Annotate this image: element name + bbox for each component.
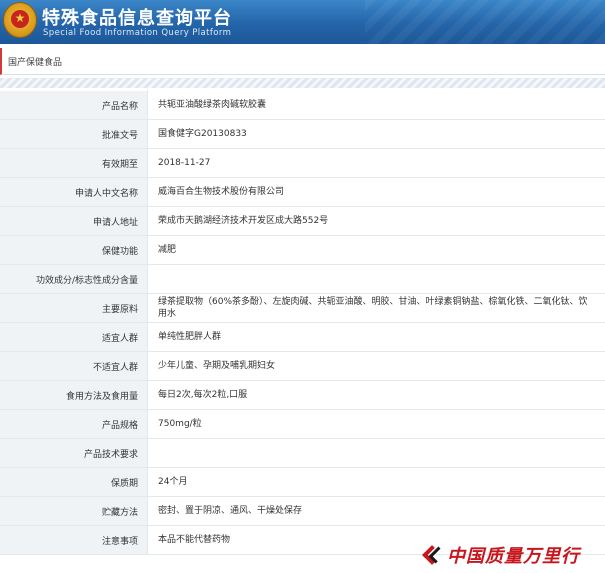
field-label: 不适宜人群 — [0, 351, 148, 381]
field-label: 适宜人群 — [0, 322, 148, 352]
cqn-logo-icon — [421, 543, 446, 565]
field-label: 食用方法及食用量 — [0, 380, 148, 410]
table-row: 产品技术要求 — [0, 438, 605, 468]
table-row: 申请人地址 荣成市天鹅湖经济技术开发区成大路552号 — [0, 206, 605, 236]
watermark: 中国质量万里行 — [421, 541, 599, 567]
field-label: 主要原料 — [0, 293, 148, 323]
field-value: 威海百合生物技术股份有限公司 — [147, 177, 605, 207]
field-value: 减肥 — [147, 235, 605, 265]
product-detail-table: 产品名称 共轭亚油酸绿茶肉碱软胶囊 批准文号 国食健字G20130833 有效期至 201… — [0, 90, 605, 555]
watermark-text: 中国质量万里行 — [447, 546, 580, 567]
site-title[interactable]: 特殊食品信息查询平台 — [42, 4, 232, 30]
field-value: 绿茶提取物（60%茶多酚）、左旋肉碱、共轭亚油酸、明胶、甘油、叶绿素铜钠盐、棕氧… — [147, 293, 605, 323]
table-row: 贮藏方法 密封、置于阴凉、通风、干燥处保存 — [0, 496, 605, 526]
table-row: 不适宜人群 少年儿童、孕期及哺乳期妇女 — [0, 351, 605, 381]
field-label: 贮藏方法 — [0, 496, 148, 526]
field-value — [147, 438, 605, 468]
field-label: 产品名称 — [0, 90, 148, 120]
table-row: 功效成分/标志性成分含量 — [0, 264, 605, 294]
field-label: 保健功能 — [0, 235, 148, 265]
table-row: 保健功能 减肥 — [0, 235, 605, 265]
table-row: 保质期 24个月 — [0, 467, 605, 497]
field-label: 产品技术要求 — [0, 438, 148, 468]
field-value: 密封、置于阴凉、通风、干燥处保存 — [147, 496, 605, 526]
field-label: 保质期 — [0, 467, 148, 497]
field-value: 24个月 — [147, 467, 605, 497]
field-label: 注意事项 — [0, 525, 148, 555]
field-value: 单纯性肥胖人群 — [147, 322, 605, 352]
breadcrumb: 国产保健食品 — [0, 48, 605, 75]
field-label: 申请人地址 — [0, 206, 148, 236]
site-subtitle: Special Food Information Query Platform — [43, 28, 232, 38]
field-label: 批准文号 — [0, 119, 148, 149]
field-value: 荣成市天鹅湖经济技术开发区成大路552号 — [147, 206, 605, 236]
breadcrumb-item-domestic-health-food[interactable]: 国产保健食品 — [8, 55, 62, 68]
table-row: 批准文号 国食健字G20130833 — [0, 119, 605, 149]
field-label: 有效期至 — [0, 148, 148, 178]
field-value: 750mg/粒 — [147, 409, 605, 439]
header-decoration — [365, 0, 605, 44]
field-value: 每日2次,每次2粒,口服 — [147, 380, 605, 410]
field-label: 产品规格 — [0, 409, 148, 439]
table-row: 适宜人群 单纯性肥胖人群 — [0, 322, 605, 352]
field-value: 国食健字G20130833 — [147, 119, 605, 149]
field-label: 申请人中文名称 — [0, 177, 148, 207]
table-row: 食用方法及食用量 每日2次,每次2粒,口服 — [0, 380, 605, 410]
field-value: 共轭亚油酸绿茶肉碱软胶囊 — [147, 90, 605, 120]
table-row: 有效期至 2018-11-27 — [0, 148, 605, 178]
site-header: ★ 特殊食品信息查询平台 Special Food Information Qu… — [0, 0, 605, 44]
field-value: 少年儿童、孕期及哺乳期妇女 — [147, 351, 605, 381]
field-value — [147, 264, 605, 294]
national-emblem-icon: ★ — [3, 2, 37, 38]
section-divider — [0, 78, 605, 88]
table-row: 产品规格 750mg/粒 — [0, 409, 605, 439]
table-row: 申请人中文名称 威海百合生物技术股份有限公司 — [0, 177, 605, 207]
field-label: 功效成分/标志性成分含量 — [0, 264, 148, 294]
field-value: 2018-11-27 — [147, 148, 605, 178]
table-row: 主要原料 绿茶提取物（60%茶多酚）、左旋肉碱、共轭亚油酸、明胶、甘油、叶绿素铜钠… — [0, 293, 605, 323]
table-row: 产品名称 共轭亚油酸绿茶肉碱软胶囊 — [0, 90, 605, 120]
